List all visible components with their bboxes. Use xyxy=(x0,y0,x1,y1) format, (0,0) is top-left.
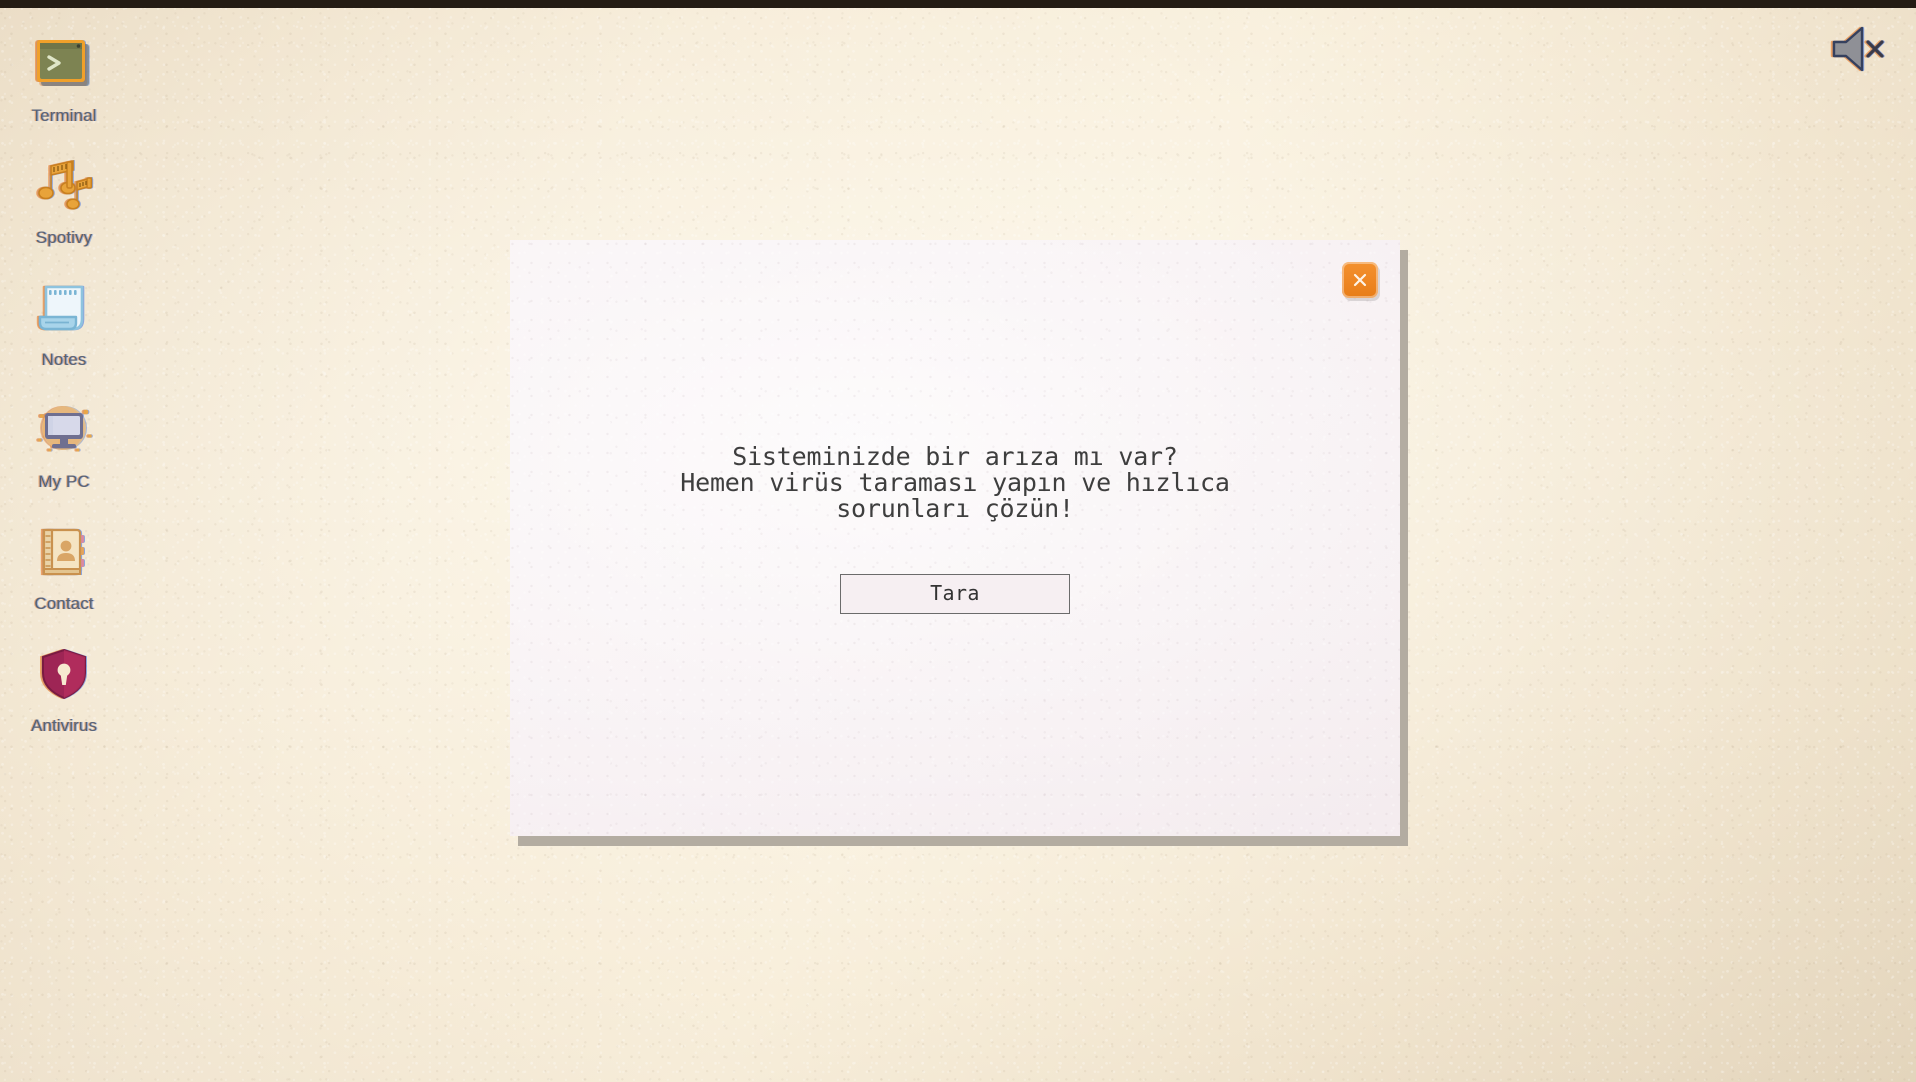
desktop-icon-terminal[interactable]: Terminal xyxy=(0,28,128,126)
dialog-content: Sisteminizde bir arıza mı var? Hemen vir… xyxy=(510,240,1400,836)
dialog-close-button[interactable] xyxy=(1342,262,1378,298)
antivirus-promo-dialog: Sisteminizde bir arıza mı var? Hemen vir… xyxy=(510,240,1400,836)
desktop-icon-contact[interactable]: Contact xyxy=(0,516,128,614)
desktop-icon-label: Terminal xyxy=(31,106,97,125)
close-x-icon xyxy=(1350,270,1370,290)
desktop-icon-spotivy[interactable]: Spotivy xyxy=(0,150,128,248)
terminal-icon xyxy=(28,28,100,100)
desktop-icon-label: Notes xyxy=(41,350,87,369)
desktop-icon-label: Spotivy xyxy=(35,228,93,247)
scan-button[interactable]: Tara xyxy=(840,574,1070,615)
speaker-muted-icon[interactable] xyxy=(1828,22,1888,78)
desktop-computer-icon xyxy=(28,394,100,466)
desktop-icon-column: Terminal Spotivy Notes My PC Contact Ant… xyxy=(0,28,128,760)
desktop-icon-label: Contact xyxy=(34,594,94,613)
dialog-message: Sisteminizde bir arıza mı var? Hemen vir… xyxy=(680,441,1230,524)
desktop-icon-label: Antivirus xyxy=(30,716,98,735)
screen-top-edge xyxy=(0,0,1916,8)
desktop-icon-antivirus[interactable]: Antivirus xyxy=(0,638,128,736)
music-notes-icon xyxy=(28,150,100,222)
desktop-icon-label: My PC xyxy=(38,472,90,491)
desktop-icon-my-pc[interactable]: My PC xyxy=(0,394,128,492)
notepad-icon xyxy=(28,272,100,344)
desktop: Terminal Spotivy Notes My PC Contact Ant… xyxy=(0,0,1916,1082)
desktop-icon-notes[interactable]: Notes xyxy=(0,272,128,370)
address-book-icon xyxy=(28,516,100,588)
shield-keyhole-icon xyxy=(28,638,100,710)
